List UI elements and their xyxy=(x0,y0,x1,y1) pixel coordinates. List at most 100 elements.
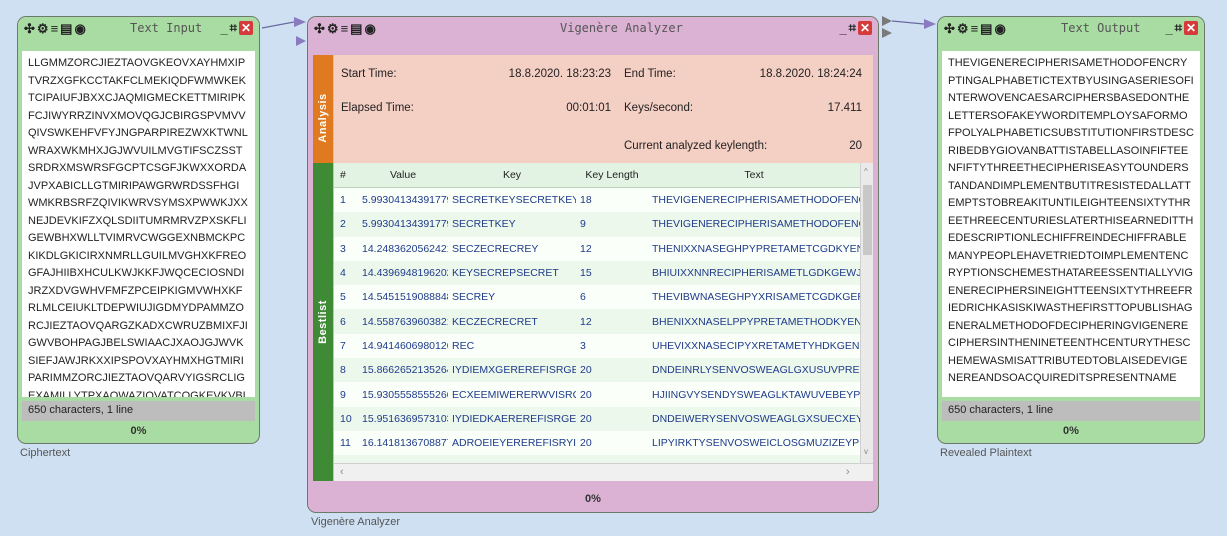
puzzle-icon[interactable]: ✣ xyxy=(24,21,35,36)
table-cell: BHENIXXNASELPPYPRETAMETHODKYENCRPITNVGAI xyxy=(648,309,860,334)
table-cell: THEVIBWNASEGHPYXRISAMETCGDKGERBRPITINGAL xyxy=(648,285,860,310)
connector-arrow xyxy=(261,17,306,46)
list-icon[interactable]: ≡ xyxy=(51,21,59,36)
column-header[interactable]: Text xyxy=(648,163,860,188)
progress-percent: 0% xyxy=(1063,425,1079,437)
maximize-icon[interactable]: ⌗ xyxy=(849,20,856,36)
table-cell: 5 xyxy=(334,285,358,310)
elapsed-time-value: 00:01:01 xyxy=(566,102,611,114)
table-cell: 6 xyxy=(576,285,648,310)
table-cell: DNDEINRLYSENVOSWEAGLGXUSUVPREYPENUPOOE xyxy=(648,358,860,383)
book-icon[interactable]: ▤ xyxy=(980,21,992,36)
table-row[interactable]: 915.9305558555266ECXEEMIWERERWVISRGET20H… xyxy=(334,382,860,407)
text-input-titlebar[interactable]: ✣ ⚙ ≡ ▤ ◉ Text Input _ ⌗ ✕ xyxy=(18,17,259,41)
book-icon[interactable]: ▤ xyxy=(60,21,72,36)
table-cell: ECXEEMIWERERWVISRGET xyxy=(448,382,576,407)
text-output-titlebar[interactable]: ✣ ⚙ ≡ ▤ ◉ Text Output _ ⌗ ✕ xyxy=(938,17,1204,41)
bestlist-tab[interactable]: Bestlist xyxy=(313,163,333,481)
maximize-icon[interactable]: ⌗ xyxy=(1175,20,1182,36)
table-cell: 8 xyxy=(334,358,358,383)
vertical-scrollbar[interactable]: ^ v xyxy=(860,163,873,463)
minimize-icon[interactable]: _ xyxy=(220,21,227,36)
analyzer-titlebar[interactable]: ✣ ⚙ ≡ ▤ ◉ Vigenère Analyzer _ ⌗ ✕ xyxy=(308,17,878,41)
table-cell: SECRETKEYSECRETKEY xyxy=(448,187,576,213)
table-row[interactable]: 6 14.5587639603821 KECZECRECRET 12 BHENIXXNA… xyxy=(334,309,860,334)
table-cell: 16.1418136708877 xyxy=(358,430,448,456)
table-cell: 20 xyxy=(576,382,648,407)
table-row[interactable]: 5 14.5451519088848 SECREY 6 THEVIBWNASEGHPYX… xyxy=(334,285,860,310)
gear-icon[interactable]: ⚙ xyxy=(37,21,49,36)
bestlist-section: # Value Key Key Length Text 1 5.9930413439177… xyxy=(334,163,873,481)
scroll-left-icon[interactable]: ‹ xyxy=(340,466,344,478)
table-cell: SECRETKEY xyxy=(448,212,576,237)
column-header[interactable]: Key Length xyxy=(576,163,648,188)
char-count-status: 650 characters, 1 line xyxy=(22,401,255,421)
panel-title: Vigenère Analyzer xyxy=(560,21,683,35)
table-cell: 12 xyxy=(576,309,648,334)
table-row[interactable]: 7 14.9414606980126 REC 3 UHEVIXXNASECIPYXRET… xyxy=(334,333,860,359)
help-icon[interactable]: ◉ xyxy=(994,21,1005,36)
table-row[interactable]: 1 5.99304134391779 SECRETKEYSECRETKEY 18 THE… xyxy=(334,187,860,213)
panel-caption: Revealed Plaintext xyxy=(940,447,1032,459)
table-cell: 12 xyxy=(576,236,648,261)
table-cell: 1 xyxy=(334,187,358,213)
help-icon[interactable]: ◉ xyxy=(364,21,375,36)
table-cell: REC xyxy=(448,333,576,359)
maximize-icon[interactable]: ⌗ xyxy=(230,20,237,36)
table-cell: SECREY xyxy=(448,285,576,310)
column-header[interactable]: Value xyxy=(358,163,448,188)
book-icon[interactable]: ▤ xyxy=(350,21,362,36)
vigenere-analyzer-panel: ✣ ⚙ ≡ ▤ ◉ Vigenère Analyzer _ ⌗ ✕ Analys… xyxy=(308,17,878,512)
help-icon[interactable]: ◉ xyxy=(74,21,85,36)
panel-title: Text Output xyxy=(1061,21,1141,35)
table-cell: HJIINGVYSENDYSWEAGLKTAWUVEBEYPEVEPOOEYJI xyxy=(648,382,860,407)
table-cell: 15.9516369573103 xyxy=(358,406,448,431)
elapsed-time-label: Elapsed Time: xyxy=(341,102,414,114)
scrollbar-thumb[interactable] xyxy=(863,185,872,255)
column-header[interactable]: # xyxy=(334,163,358,188)
minimize-icon[interactable]: _ xyxy=(1165,21,1172,36)
close-icon[interactable]: ✕ xyxy=(858,21,872,35)
gear-icon[interactable]: ⚙ xyxy=(327,21,339,36)
table-row[interactable]: 10 15.9516369573103 IYDIEDKAEREREFISRGET 20… xyxy=(334,406,860,431)
list-icon[interactable]: ≡ xyxy=(971,21,979,36)
table-cell: KECZECRECRET xyxy=(448,309,576,334)
close-icon[interactable]: ✕ xyxy=(239,21,253,35)
table-row[interactable]: 2 5.99304134391779 SECRETKEY 9 THEVIGENERECI… xyxy=(334,212,860,237)
table-cell: 4 xyxy=(334,260,358,286)
list-icon[interactable]: ≡ xyxy=(341,21,349,36)
table-row[interactable]: 11 16.1418136708877 ADROEIEYEREREFISRYIT 20… xyxy=(334,430,860,456)
plaintext-textarea[interactable]: THEVIGENERECIPHERISAMETHODOFENCRYPTINGAL… xyxy=(942,51,1200,397)
panel-caption: Vigenère Analyzer xyxy=(311,516,401,528)
table-cell: THENIXXNASEGHPYPRETAMETCGDKYENCRPITINGAD xyxy=(648,236,860,261)
table-cell: THEVIGENERECIPHERISAMETHODOFENCRYPTINGAL xyxy=(648,187,860,213)
table-cell: 15 xyxy=(576,260,648,286)
text-output-panel: ✣ ⚙ ≡ ▤ ◉ Text Output _ ⌗ ✕ THEVIGENEREC… xyxy=(938,17,1204,443)
table-cell: 7 xyxy=(334,333,358,359)
table-header-row: # Value Key Key Length Text xyxy=(334,163,860,188)
table-cell: 2 xyxy=(334,212,358,237)
table-cell: 18 xyxy=(576,187,648,213)
table-cell: 11 xyxy=(334,430,358,456)
close-icon[interactable]: ✕ xyxy=(1184,21,1198,35)
column-header[interactable]: Key xyxy=(448,163,576,188)
horizontal-scrollbar[interactable]: ‹ › xyxy=(334,463,873,481)
scroll-right-icon[interactable]: › xyxy=(846,466,850,478)
minimize-icon[interactable]: _ xyxy=(839,21,846,36)
table-row[interactable]: 8 15.8662652135264 IYDIEMXGEREREFISRGET 20 D… xyxy=(334,358,860,383)
table-cell: THEVIGENERECIPHERISAMETHODOFENCRYPTINGAL xyxy=(648,212,860,237)
table-cell: 5.99304134391779 xyxy=(358,212,448,237)
panel-title: Text Input xyxy=(130,21,203,35)
puzzle-icon[interactable]: ✣ xyxy=(944,21,955,36)
table-body: 1 5.99304134391779 SECRETKEYSECRETKEY 18 THE… xyxy=(334,187,860,480)
ciphertext-textarea[interactable]: LLGMMZORCJIEZTAOVGKEOVXAYHMXIPTVRZXGFKCC… xyxy=(22,51,255,397)
table-row[interactable]: 4 14.4396948196202 KEYSECREPSECRET 15 BHIUIX… xyxy=(334,260,860,286)
puzzle-icon[interactable]: ✣ xyxy=(314,21,325,36)
table-cell: UHEVIXXNASECIPYXRETAMETYHDKGENCRPITEOGAL xyxy=(648,333,860,359)
table-row[interactable]: 3 14.2483620562421 SECZECRECREY 12 THENIXXNA… xyxy=(334,236,860,261)
table-cell: 6 xyxy=(334,309,358,334)
gear-icon[interactable]: ⚙ xyxy=(957,21,969,36)
table-cell: 5.99304134391779 xyxy=(358,187,448,213)
char-count-status: 650 characters, 1 line xyxy=(942,401,1200,421)
table-cell: 14.5587639603821 xyxy=(358,309,448,334)
